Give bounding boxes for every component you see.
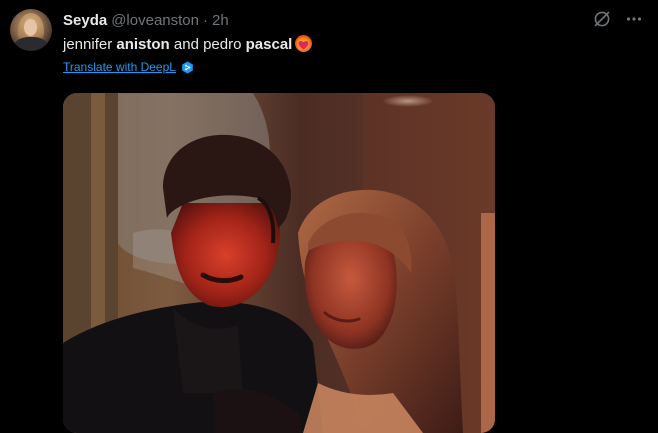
avatar-face — [24, 19, 37, 36]
timestamp[interactable]: 2h — [212, 12, 229, 29]
heart-on-fire-emoji — [295, 35, 313, 52]
translate-label[interactable]: Translate with DeepL — [63, 60, 176, 74]
display-name[interactable]: Seyda — [63, 12, 107, 29]
tweet-text-part: and pedro — [169, 36, 246, 53]
tweet-header: Seyda @loveanston · 2h — [63, 10, 229, 30]
user-handle[interactable]: @loveanston — [111, 12, 199, 29]
deepl-icon — [181, 61, 194, 74]
grok-icon[interactable] — [592, 9, 612, 29]
tweet-text-bold: pascal — [245, 36, 293, 53]
translate-link[interactable]: Translate with DeepL — [63, 60, 194, 74]
separator-dot: · — [202, 11, 208, 29]
tweet-text-bold: aniston — [116, 36, 170, 53]
tweet-actions-top — [592, 9, 644, 29]
tweet-photo[interactable] — [63, 93, 495, 433]
avatar-body — [14, 37, 48, 51]
photo-content — [63, 93, 495, 433]
tweet-text-part: jennifer — [63, 36, 117, 53]
avatar[interactable] — [10, 9, 52, 51]
tweet-text: jennifer aniston and pedro pascal — [63, 35, 313, 55]
tweet[interactable]: Seyda @loveanston · 2h jennifer aniston … — [0, 0, 658, 433]
more-options-icon[interactable] — [624, 9, 644, 29]
